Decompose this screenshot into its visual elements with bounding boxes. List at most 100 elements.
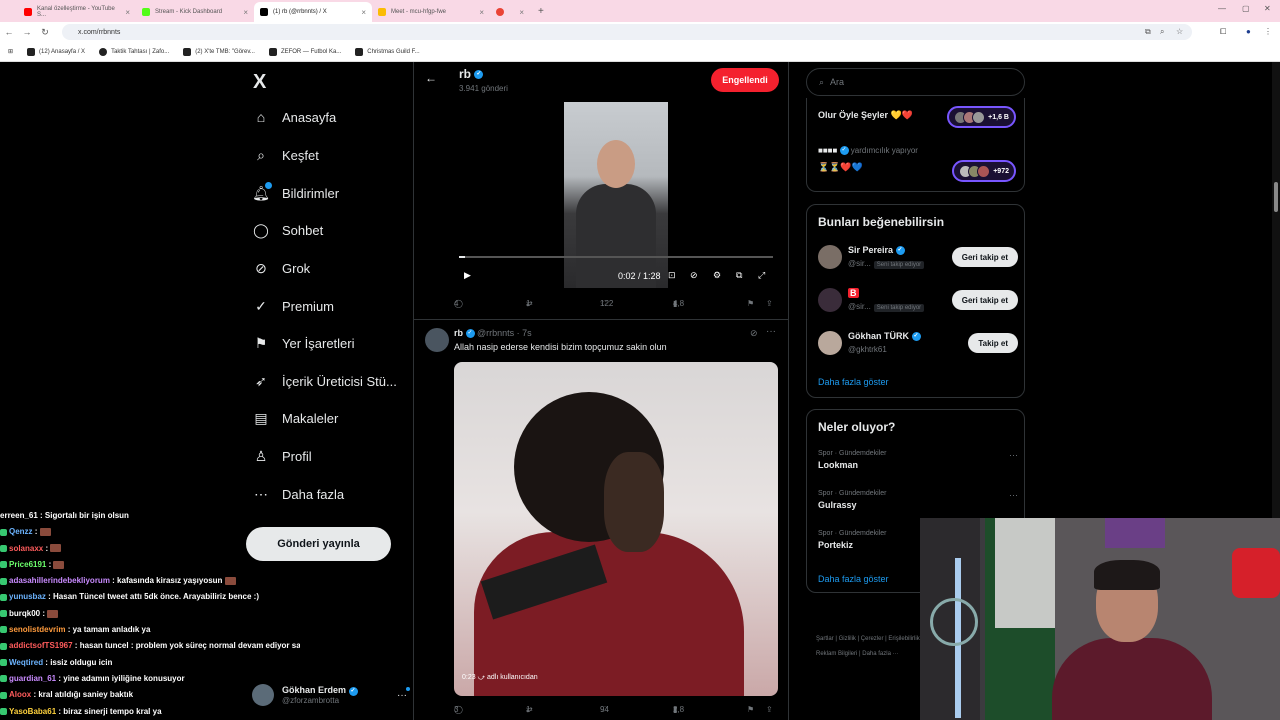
space-listeners-pill[interactable]: +972 — [952, 160, 1016, 182]
search-icon: ⌕ — [257, 146, 265, 163]
star-icon[interactable]: ☆ — [1176, 27, 1183, 36]
more-dots-icon[interactable]: ··· — [1009, 450, 1018, 460]
more-dots-icon[interactable]: ··· — [1009, 490, 1018, 500]
tweet2-video[interactable]: 0:23 ⤻ adlı kullanıcıdan — [454, 362, 778, 696]
trend-item[interactable]: Spor · Gündemdekiler Gulrassy ··· — [818, 490, 1018, 510]
nav-more[interactable]: ⋯ Daha fazla — [253, 486, 344, 502]
share-icon[interactable]: ⇪ — [766, 299, 773, 308]
footer-links[interactable]: Şartlar | Gizlilik | Çerezler | Erişileb… — [816, 636, 920, 642]
chat-username[interactable]: adasahillerindebekliyorum — [9, 576, 110, 585]
scrollbar-thumb[interactable] — [1274, 182, 1278, 212]
chat-username[interactable]: burqk00 — [9, 609, 40, 618]
space-title[interactable]: Olur Öyle Şeyler 💛❤️ — [818, 110, 913, 121]
space-title[interactable]: ⏳⏳❤️💙 — [818, 162, 863, 173]
close-window-icon[interactable]: ✕ — [1264, 4, 1271, 13]
bookmark-icon[interactable]: ⚑ — [747, 705, 754, 714]
trend-item[interactable]: Spor · Gündemdekiler Lookman ··· — [818, 450, 1018, 470]
follow-suggestion[interactable]: Sir Pereira ✓ @sir... Seni takip ediyor G… — [818, 245, 1018, 275]
follow-back-button[interactable]: Geri takip et — [951, 290, 1018, 310]
bookmark-item[interactable]: (12) Anasayfa / X — [27, 47, 85, 56]
maximize-icon[interactable]: ▢ — [1242, 4, 1250, 13]
chat-username[interactable]: YasoBaba61 — [9, 707, 56, 716]
grok-icon[interactable]: ⊘ — [750, 328, 758, 339]
nav-explore[interactable]: ⌕ Keşfet — [253, 147, 319, 163]
tweet2-header: rb ✓ @rrbnnts · 7s — [454, 328, 532, 339]
chat-username[interactable]: solanaxx — [9, 544, 43, 553]
search-input[interactable]: ⌕ Ara — [806, 68, 1025, 96]
nav-premium[interactable]: ✓ Premium — [253, 298, 334, 314]
show-more-link[interactable]: Daha fazla göster — [818, 574, 889, 584]
mute-icon[interactable]: ⊘ — [690, 270, 698, 281]
more-dots-icon[interactable]: ··· — [397, 686, 410, 701]
nav-notifications[interactable]: 🔔︎ Bildirimler — [252, 182, 339, 201]
tab-close-icon[interactable]: × — [519, 8, 524, 17]
bookmark-icon[interactable]: ⚑ — [747, 299, 754, 308]
minimize-icon[interactable]: — — [1218, 4, 1226, 13]
back-icon[interactable]: ← — [0, 27, 18, 37]
captions-icon[interactable]: ⊡ — [668, 270, 676, 281]
extensions-icon[interactable]: ⧠ — [1220, 27, 1226, 37]
blocked-button[interactable]: Engellendi — [711, 68, 779, 92]
forward-icon[interactable]: → — [18, 27, 36, 37]
chat-username[interactable]: addictsofTS1967 — [9, 641, 73, 650]
fullscreen-icon[interactable]: ⤢ — [758, 270, 765, 281]
picture-in-picture-icon[interactable]: ⧉ — [736, 270, 742, 281]
bookmark-item[interactable]: ZEFOR — Futbol Ka... — [268, 47, 341, 56]
reload-icon[interactable]: ↻ — [36, 27, 54, 38]
browser-tab-recording[interactable]: × — [490, 2, 530, 22]
chat-username[interactable]: Qenzz — [9, 527, 33, 536]
back-arrow-icon[interactable]: ← — [425, 71, 437, 85]
browser-tab-x[interactable]: (1) rb (@rrbnnts) / X × — [254, 2, 372, 22]
browser-tab-youtube[interactable]: Kanal özelleştirme - YouTube S... × — [18, 2, 136, 22]
nav-bookmarks[interactable]: ⚑ Yer İşaretleri — [253, 335, 355, 351]
nav-profile[interactable]: ♙ Profil — [253, 448, 312, 464]
nav-articles[interactable]: ▤ Makaleler — [253, 410, 338, 426]
tab-close-icon[interactable]: × — [361, 8, 366, 17]
nav-home[interactable]: ⌂ Anasayfa — [253, 109, 336, 125]
nav-chat[interactable]: ◯ Sohbet — [253, 222, 323, 238]
search-icon: ⌕ — [819, 76, 825, 87]
x-logo-icon[interactable]: X — [253, 71, 266, 94]
browser-tab-kick[interactable]: Stream - Kick Dashboard × — [136, 2, 254, 22]
show-more-link[interactable]: Daha fazla göster — [818, 377, 889, 387]
play-icon[interactable]: ▶ — [464, 270, 471, 281]
zoom-icon[interactable]: ⌕ — [1160, 27, 1164, 37]
chat-username[interactable]: erreen_61 — [0, 511, 38, 520]
video-progress-bar[interactable] — [459, 256, 773, 258]
chat-username[interactable]: senolistdevrim — [9, 625, 65, 634]
follow-suggestion[interactable]: Gökhan TÜRK ✓ @gkhtrk61 Takip et — [818, 331, 1018, 361]
follow-back-button[interactable]: Geri takip et — [951, 247, 1018, 267]
avatar[interactable] — [425, 328, 449, 352]
share-icon[interactable]: ⇪ — [766, 705, 773, 714]
tab-close-icon[interactable]: × — [125, 8, 130, 17]
follow-button[interactable]: Takip et — [968, 333, 1018, 353]
settings-gear-icon[interactable]: ⚙ — [713, 270, 721, 281]
chat-username[interactable]: Aloox — [9, 690, 31, 699]
tab-close-icon[interactable]: × — [479, 8, 484, 17]
chat-username[interactable]: yunusbaz — [9, 592, 46, 601]
footer-links[interactable]: Reklam Bilgileri | Daha fazla ··· — [816, 651, 899, 657]
apps-icon[interactable]: ⊞ — [8, 48, 13, 55]
chat-username[interactable]: guardian_61 — [9, 674, 56, 683]
nav-grok[interactable]: ⊘ Grok — [253, 260, 310, 276]
chat-username[interactable]: Weqtired — [9, 658, 43, 667]
space-listeners-pill[interactable]: +1,6 B — [947, 106, 1016, 128]
tweet1-video[interactable]: ▶ 0:02 / 1:28 ⊡ ⊘ ⚙ ⧉ ⤢ — [454, 102, 778, 288]
article-icon: ▤ — [254, 409, 268, 426]
profile-icon[interactable]: ● — [1246, 27, 1251, 36]
tweet-author-name[interactable]: rb — [454, 328, 463, 338]
url-input[interactable]: x.com/rrbnnts — [62, 24, 1192, 40]
nav-creator-studio[interactable]: ➶ İçerik Üreticisi Stü... — [253, 373, 397, 389]
bookmark-item[interactable]: (2) X'te TMB: "Görev... — [183, 47, 255, 56]
bookmark-item[interactable]: Christmas Guild F... — [355, 47, 420, 56]
install-icon[interactable]: ⧉ — [1145, 27, 1151, 37]
follow-suggestion[interactable]: B @sir... Seni takip ediyor Geri takip et — [818, 288, 1018, 318]
video-attribution: adlı kullanıcıdan — [487, 674, 538, 681]
new-tab-button[interactable]: + — [538, 6, 544, 17]
more-dots-icon[interactable]: ··· — [766, 326, 776, 337]
tab-mute-icon[interactable]: × — [243, 8, 248, 17]
browser-tab-meet[interactable]: Meet - mcu-hfgp-fwe × — [372, 2, 490, 22]
bookmark-item[interactable]: Taktik Tahtası | Zafo... — [99, 47, 169, 56]
chat-username[interactable]: Price6191 — [9, 560, 46, 569]
menu-icon[interactable]: ⋮ — [1264, 27, 1272, 36]
